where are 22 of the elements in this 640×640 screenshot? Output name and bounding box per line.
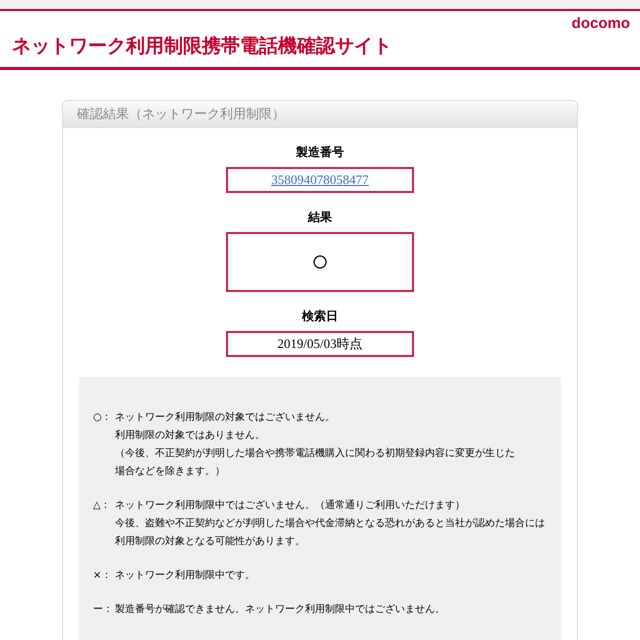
legend-text: （今後、不正契約が判明した場合や携帯電話機購入に関わる初期登録内容に変更が生じた [115, 446, 515, 461]
legend-text: ネットワーク利用制限の対象ではございません。 [115, 410, 336, 425]
field-label: 検索日 [302, 308, 338, 325]
legend-mark: ○： [93, 411, 113, 425]
legend-text: ネットワーク利用制限中です。 [115, 568, 255, 583]
legend-mark: △： [93, 499, 112, 513]
field-label: 製造番号 [296, 144, 344, 161]
serial-link[interactable]: 358094078058477 [271, 172, 369, 188]
legend-mark: ー： [93, 603, 114, 617]
date-field: 2019/05/03時点 [226, 331, 414, 357]
legend-text: ネットワーク利用制限中ではございません。（通常通りご利用いただけます） [115, 498, 466, 513]
logo: docomo [572, 15, 630, 32]
legend-text: 利用制限の対象ではありません。 [115, 428, 266, 443]
result-symbol: ○ [310, 245, 330, 279]
legend-mark: ×： [93, 569, 112, 583]
legend-text: 場合などを除きます。） [115, 465, 226, 479]
legend-text: 製造番号が確認できません。ネットワーク利用制限中ではございません。 [115, 602, 445, 617]
field-label: 結果 [308, 209, 332, 226]
panel-title: 確認結果（ネットワーク利用制限） [63, 101, 577, 128]
site-title: ネットワーク利用制限携帯電話機確認サイト [12, 34, 392, 59]
legend-text: 利用制限の対象となる可能性があります。 [115, 534, 306, 549]
legend-text: 今後、盗難や不正契約などが判明した場合や代金滞納となる恐れがあると当社が認めた場合には [115, 516, 545, 531]
